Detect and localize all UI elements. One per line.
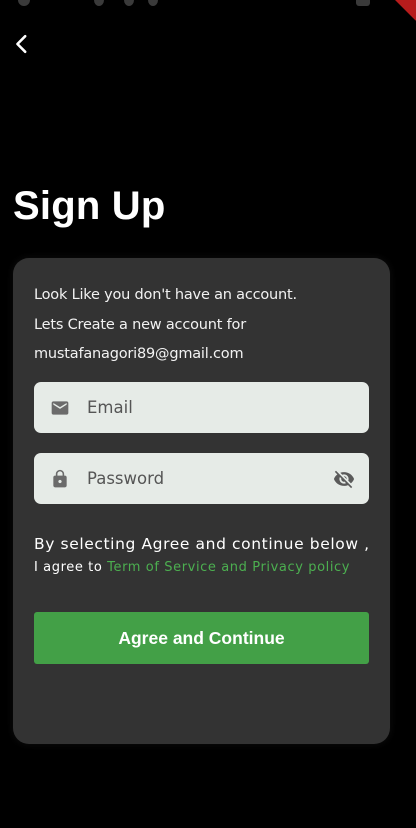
email-field-label: Email — [87, 398, 133, 417]
agreement-prefix: I agree to — [34, 560, 108, 575]
agreement-text: By selecting Agree and continue below , — [34, 535, 370, 553]
mail-icon — [49, 397, 71, 419]
status-icon — [148, 0, 158, 6]
signup-screen: Sign Up Look Like you don't have an acco… — [0, 0, 416, 828]
debug-banner — [387, 0, 416, 21]
status-icon — [18, 0, 30, 6]
status-bar — [0, 0, 416, 21]
battery-icon — [356, 0, 370, 6]
terms-privacy-link[interactable]: Term of Service and Privacy policy — [107, 560, 350, 575]
signup-card: Look Like you don't have an account. Let… — [13, 258, 390, 744]
page-title: Sign Up — [13, 184, 166, 228]
email-field[interactable]: Email — [34, 382, 369, 433]
chevron-left-icon — [16, 34, 27, 54]
back-button[interactable] — [8, 28, 36, 60]
agree-continue-button[interactable]: Agree and Continue — [34, 612, 369, 664]
status-icon — [124, 0, 134, 6]
password-field-label: Password — [87, 469, 165, 488]
intro-text-line-2: Lets Create a new account for — [34, 317, 246, 333]
account-email-text: mustafanagori89@gmail.com — [34, 346, 244, 362]
intro-text-line-1: Look Like you don't have an account. — [34, 287, 297, 303]
lock-icon — [49, 468, 71, 490]
status-icon — [94, 0, 104, 6]
password-field[interactable]: Password — [34, 453, 369, 504]
visibility-off-icon[interactable] — [333, 468, 355, 490]
agreement-terms-line: I agree to Term of Service and Privacy p… — [34, 560, 350, 575]
